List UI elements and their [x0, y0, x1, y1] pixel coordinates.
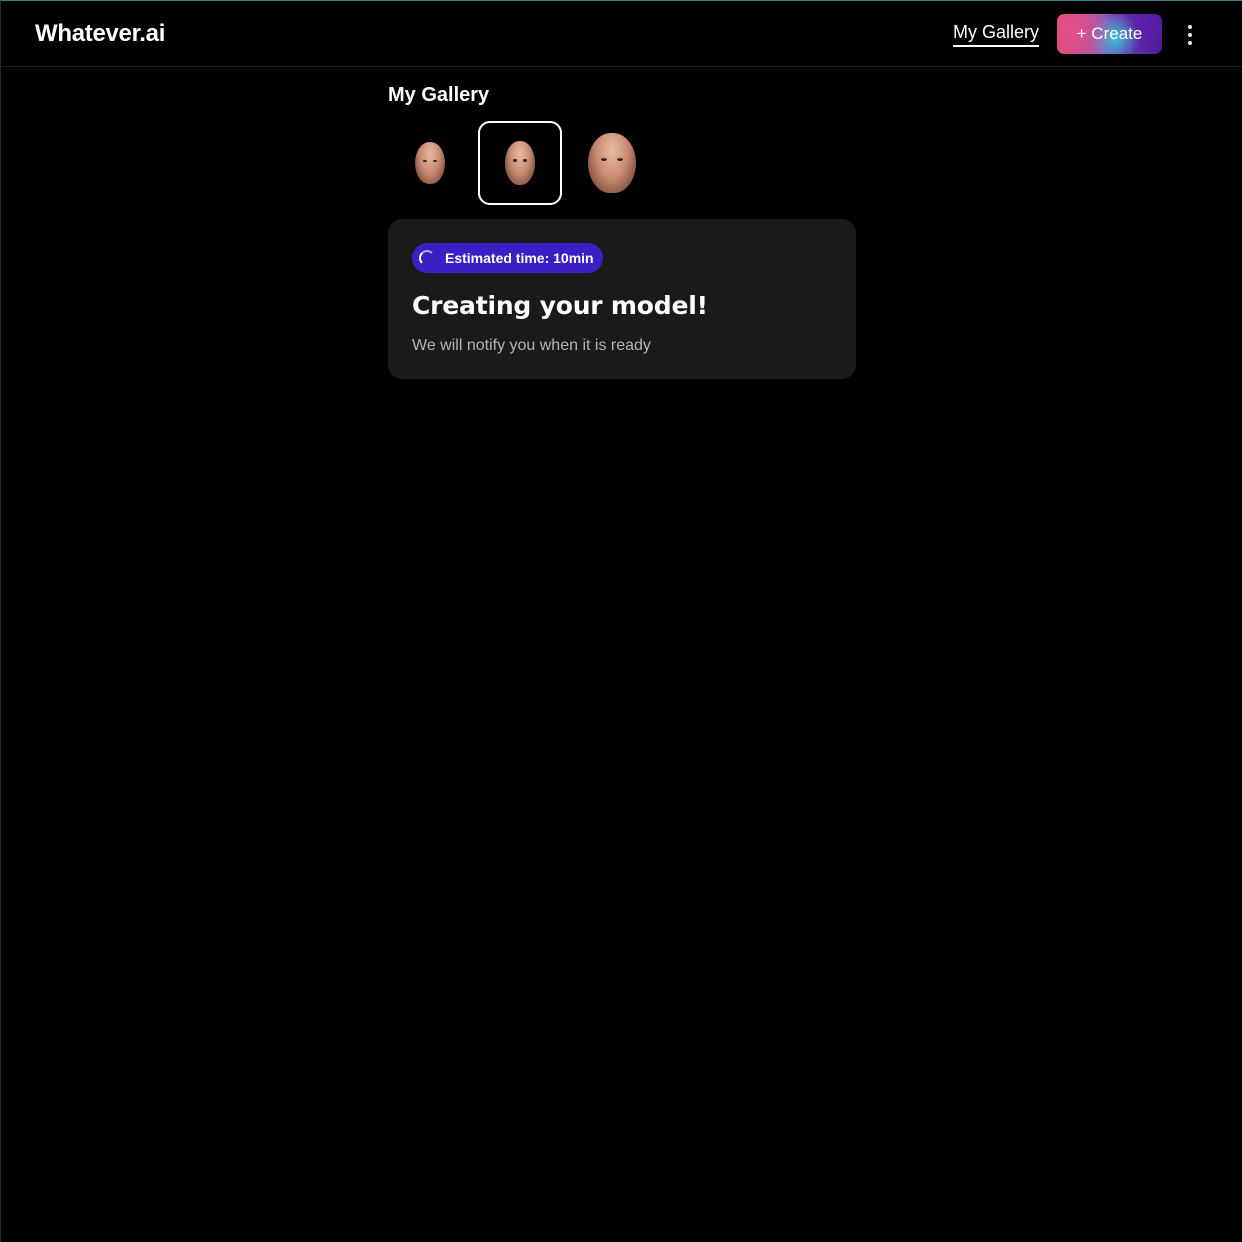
model-status-card: Estimated time: 10min Creating your mode… — [388, 219, 856, 379]
app-frame: Whatever.ai My Gallery + Create My Galle… — [0, 0, 1242, 1242]
nav-my-gallery-link[interactable]: My Gallery — [953, 22, 1040, 47]
face-image — [588, 133, 636, 193]
model-thumbnail-3[interactable] — [570, 121, 654, 205]
model-thumbnail-2[interactable] — [478, 121, 562, 205]
face-image — [415, 142, 445, 184]
estimated-time-badge: Estimated time: 10min — [412, 243, 603, 273]
status-title: Creating your model! — [412, 291, 708, 320]
logo[interactable]: Whatever.ai — [35, 20, 165, 48]
model-thumbnail-1[interactable] — [388, 121, 472, 205]
top-nav: Whatever.ai My Gallery + Create — [1, 2, 1242, 67]
spinner-icon — [419, 250, 435, 266]
status-subtitle: We will notify you when it is ready — [412, 337, 651, 354]
kebab-vertical-icon[interactable] — [1179, 22, 1201, 48]
create-button[interactable]: + Create — [1057, 14, 1162, 54]
badge-label: Estimated time: 10min — [445, 250, 594, 266]
face-image — [505, 141, 535, 185]
page-title: My Gallery — [388, 84, 490, 106]
